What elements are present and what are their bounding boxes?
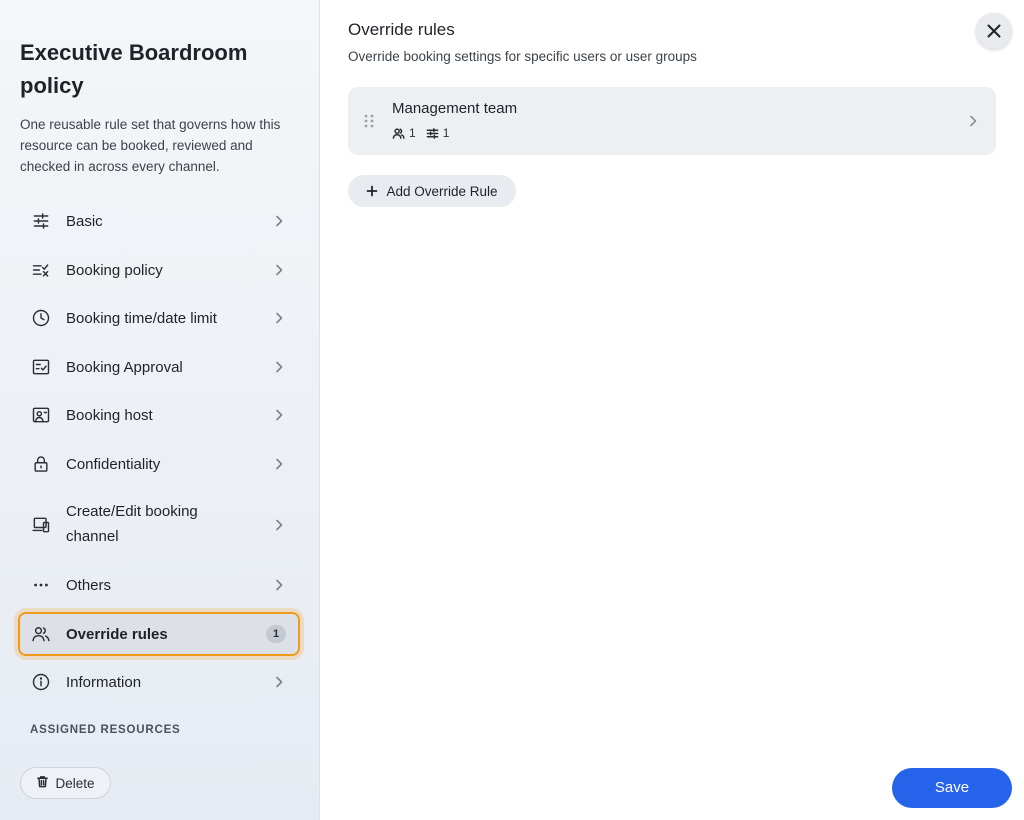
page-subtitle: Override booking settings for specific u… — [348, 49, 697, 64]
chevron-right-icon — [272, 578, 286, 592]
chevron-right-icon — [272, 675, 286, 689]
sidebar-item-label: Booking policy — [66, 261, 163, 279]
sidebar-item-others[interactable]: Others — [18, 572, 300, 598]
users-icon — [30, 623, 52, 645]
users-icon — [392, 127, 405, 139]
plus-icon — [367, 185, 378, 197]
chevron-right-icon — [272, 214, 286, 228]
more-horizontal-icon — [30, 574, 52, 596]
trash-icon — [36, 775, 49, 791]
devices-icon — [30, 514, 52, 536]
sidebar-item-label: Information — [66, 673, 142, 691]
sidebar-item-label: Booking host — [66, 406, 153, 424]
chevron-right-icon — [272, 408, 286, 422]
host-badge-icon — [30, 404, 52, 426]
close-icon — [987, 24, 1001, 38]
users-count-value: 1 — [409, 126, 416, 140]
delete-button-label: Delete — [55, 775, 95, 791]
sidebar-item-information[interactable]: Information — [18, 669, 300, 695]
count-badge: 1 — [266, 625, 286, 643]
lock-icon — [30, 453, 52, 475]
sidebar-item-basic[interactable]: Basic — [18, 208, 300, 234]
info-icon — [30, 671, 52, 693]
sidebar-item-label: Confidentiality — [66, 455, 161, 473]
chevron-right-icon — [272, 518, 286, 532]
chevron-right-icon — [272, 263, 286, 277]
sidebar-item-label: Booking Approval — [66, 358, 183, 376]
chevron-right-icon — [966, 114, 980, 128]
save-button[interactable]: Save — [892, 768, 1012, 808]
override-rule-card[interactable]: Management team 1 1 — [348, 87, 996, 155]
sidebar-item-booking-host[interactable]: Booking host — [18, 402, 300, 428]
settings-count-value: 1 — [442, 126, 450, 140]
list-check-icon — [30, 259, 52, 281]
chevron-right-icon — [272, 457, 286, 471]
close-button[interactable] — [976, 13, 1012, 49]
sidebar-item-label: Basic — [66, 212, 103, 230]
override-rule-name: Management team — [392, 100, 518, 117]
delete-button[interactable]: Delete — [20, 767, 111, 799]
add-override-rule-label: Add Override Rule — [386, 183, 498, 199]
sidebar-item-confidentiality[interactable]: Confidentiality — [18, 451, 300, 477]
approval-checklist-icon — [30, 356, 52, 378]
sidebar-item-label: Create/Edit booking channel — [66, 503, 198, 545]
sliders-icon — [426, 127, 439, 139]
users-count: 1 — [392, 126, 416, 140]
chevron-right-icon — [272, 360, 286, 374]
sidebar: Executive Boardroom policy One reusable … — [0, 0, 320, 820]
add-override-rule-button[interactable]: Add Override Rule — [348, 175, 516, 207]
drag-handle-icon[interactable] — [362, 113, 376, 129]
policy-title: Executive Boardroom policy — [20, 40, 248, 98]
clock-icon — [30, 307, 52, 329]
sidebar-item-override-rules[interactable]: Override rules 1 — [18, 612, 300, 656]
sidebar-item-booking-approval[interactable]: Booking Approval — [18, 354, 300, 380]
assigned-resources-heading: ASSIGNED RESOURCES — [30, 724, 181, 736]
sliders-icon — [30, 210, 52, 232]
policy-description: One reusable rule set that governs how t… — [20, 117, 281, 174]
chevron-right-icon — [272, 311, 286, 325]
override-rule-meta: 1 1 — [392, 126, 449, 140]
sidebar-item-booking-policy[interactable]: Booking policy — [18, 257, 300, 283]
settings-count: 1 — [426, 126, 450, 140]
sidebar-item-label: Booking time/date limit — [66, 309, 217, 327]
page-title: Override rules — [348, 20, 455, 39]
sidebar-item-label: Others — [66, 576, 112, 594]
sidebar-item-create-edit-booking-channel[interactable]: Create/Edit booking channel — [18, 499, 300, 551]
sidebar-item-label: Override rules — [66, 625, 168, 643]
sidebar-item-booking-time-date-limit[interactable]: Booking time/date limit — [18, 305, 300, 331]
